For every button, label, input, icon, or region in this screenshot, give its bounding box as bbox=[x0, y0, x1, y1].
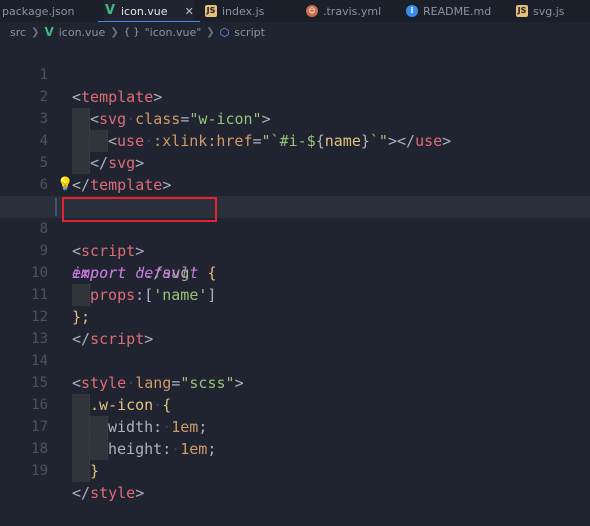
tab-label: .travis.yml bbox=[323, 4, 382, 18]
code-editor[interactable]: 1 <template> 2 <svg·class="w-icon"> 3 <u… bbox=[0, 42, 590, 502]
braces-icon: { } bbox=[123, 26, 140, 38]
code-line: 12 </script> bbox=[0, 284, 590, 348]
lightbulb-icon[interactable]: 💡 bbox=[57, 174, 73, 196]
tab-package-json[interactable]: package.json bbox=[0, 0, 74, 22]
js-icon: JS bbox=[516, 5, 528, 17]
code-line: 6 bbox=[0, 152, 590, 193]
breadcrumb-file[interactable]: icon.vue bbox=[59, 26, 106, 39]
tab-travis-yml[interactable]: ☺ .travis.yml bbox=[306, 0, 381, 22]
code-line: 11 }; bbox=[0, 262, 590, 326]
breadcrumb-folder[interactable]: src bbox=[10, 26, 26, 39]
code-line: 13 bbox=[0, 306, 590, 347]
code-line: 5 </template> bbox=[0, 130, 590, 194]
code-line: 7 💡 <script> bbox=[0, 174, 590, 260]
code-line: 17 height:·1em; bbox=[0, 394, 590, 460]
modified-line-marker bbox=[55, 198, 57, 216]
code-line: 16 width:·1em; bbox=[0, 372, 590, 438]
code-line: 15 .w-icon·{ bbox=[0, 350, 590, 416]
code-text: </style> bbox=[72, 484, 145, 502]
tab-svg-js[interactable]: JS svg.js bbox=[516, 0, 565, 22]
code-line: 19 </style> bbox=[0, 438, 590, 502]
annotation-highlight-box bbox=[62, 197, 217, 222]
breadcrumb-symbol[interactable]: script bbox=[234, 26, 265, 39]
js-icon: JS bbox=[205, 5, 217, 17]
code-line: 2 <svg·class="w-icon"> bbox=[0, 64, 590, 130]
code-line: 4 </svg> bbox=[0, 108, 590, 174]
chevron-right-icon: ❯ bbox=[110, 26, 119, 38]
code-line: 14 <style·lang="scss"> bbox=[0, 328, 590, 392]
line-number: 19 bbox=[31, 463, 48, 479]
close-icon[interactable]: ✕ bbox=[185, 5, 194, 18]
code-line: 3 <use·:xlink:href="`#i-${name}`"></use> bbox=[0, 86, 590, 152]
code-line: 1 <template> bbox=[0, 42, 590, 106]
tab-label: README.md bbox=[423, 4, 492, 18]
vue-icon: V bbox=[44, 25, 54, 39]
vue-icon: V bbox=[104, 3, 116, 18]
tab-label: icon.vue bbox=[121, 4, 168, 18]
travis-icon: ☺ bbox=[306, 5, 318, 17]
tab-label: package.json bbox=[2, 4, 75, 18]
editor-tab-bar: package.json V icon.vue ✕ JS index.js ☺ … bbox=[0, 0, 590, 22]
tab-label: svg.js bbox=[533, 4, 565, 18]
code-line: 18 } bbox=[0, 416, 590, 482]
tab-label: index.js bbox=[222, 4, 265, 18]
info-icon: i bbox=[406, 5, 418, 17]
chevron-right-icon: ❯ bbox=[206, 26, 215, 38]
breadcrumb: src ❯ V icon.vue ❯ { } "icon.vue" ❯ ⬡ sc… bbox=[0, 22, 590, 42]
tab-icon-vue[interactable]: V icon.vue ✕ bbox=[98, 0, 200, 22]
tab-readme-md[interactable]: i README.md bbox=[406, 0, 491, 22]
code-text: } bbox=[72, 460, 99, 482]
code-line: 10 props:['name'] bbox=[0, 240, 590, 306]
chevron-right-icon: ❯ bbox=[31, 26, 40, 38]
cube-icon: ⬡ bbox=[219, 25, 230, 39]
breadcrumb-section[interactable]: "icon.vue" bbox=[145, 26, 202, 39]
tab-index-js[interactable]: JS index.js bbox=[205, 0, 264, 22]
